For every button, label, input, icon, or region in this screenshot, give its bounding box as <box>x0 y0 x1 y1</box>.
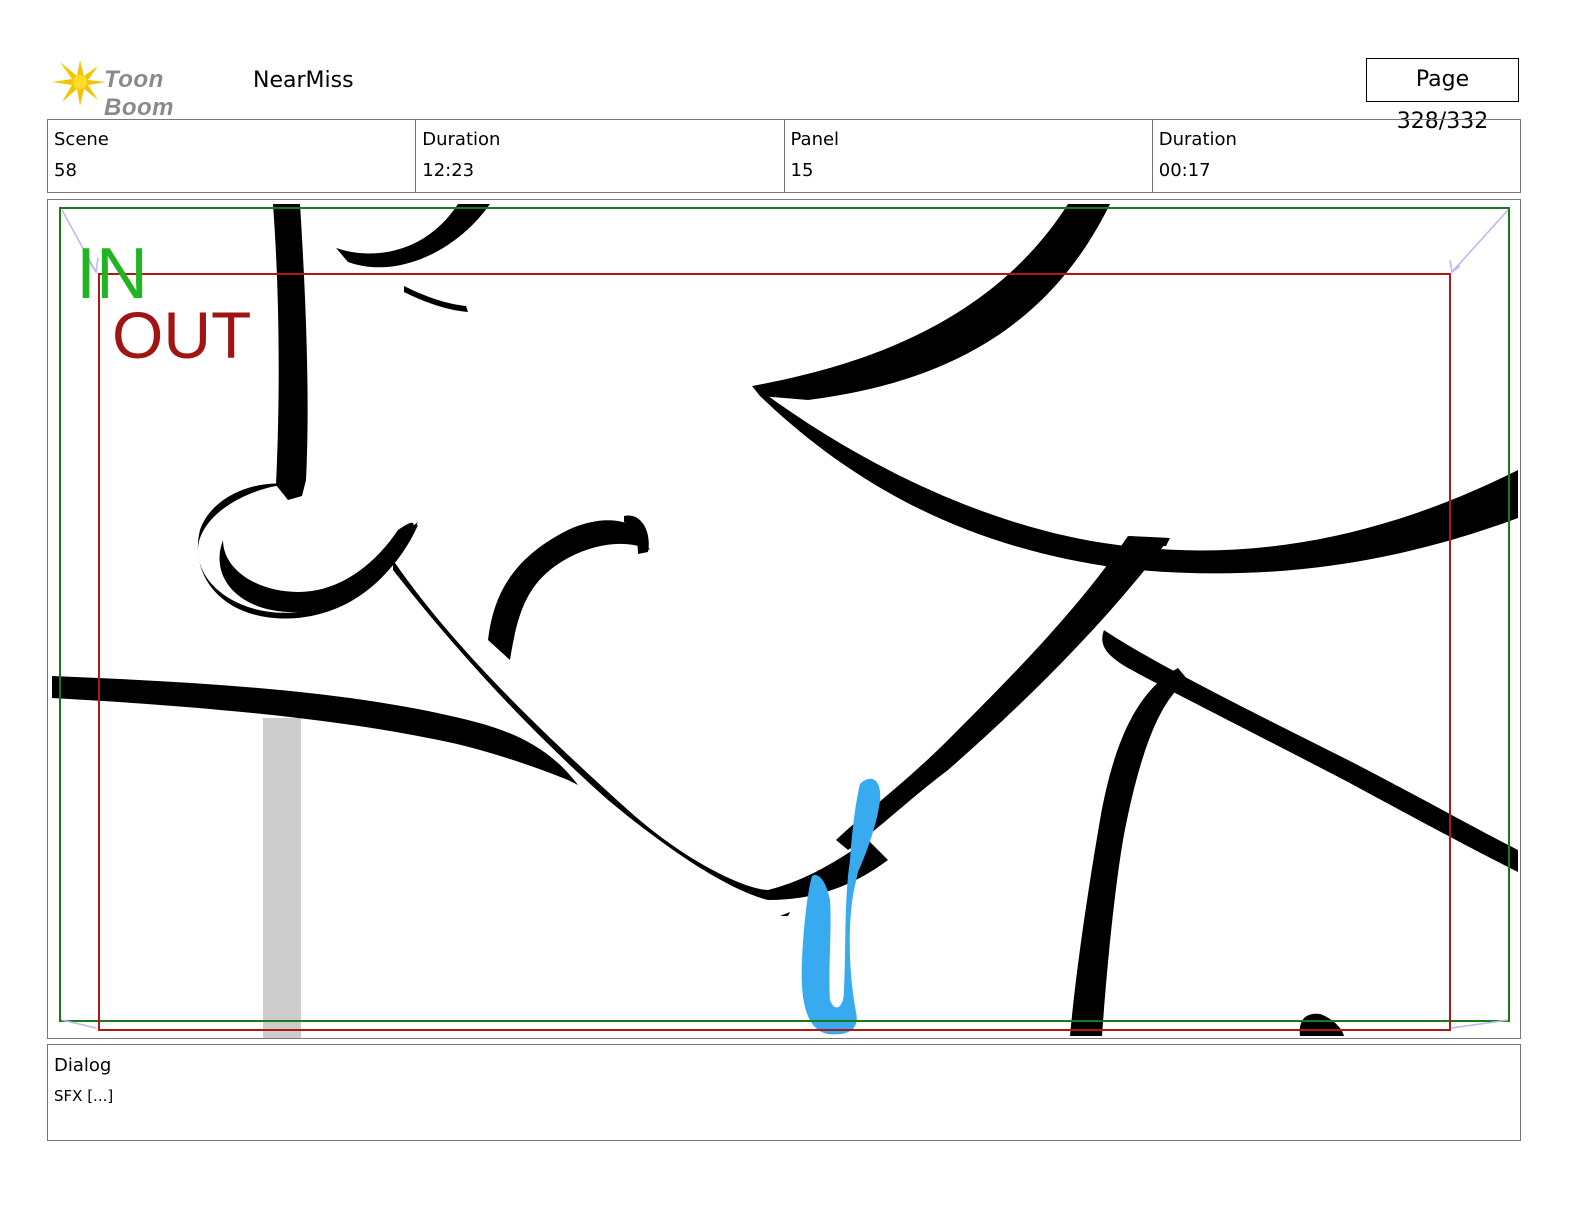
page-indicator: Page 328/332 <box>1366 58 1519 134</box>
panel-duration-label: Duration <box>1158 129 1237 150</box>
starburst-icon <box>52 60 106 106</box>
panel-label: Panel <box>790 129 840 150</box>
dialog-text: SFX [...] <box>54 1087 114 1105</box>
panel-drawing: IN OUT <box>52 204 1518 1038</box>
logo-text: Toon Boom <box>104 66 174 121</box>
blue-drip <box>801 778 881 1035</box>
dialog-label: Dialog <box>54 1055 112 1076</box>
panel-duration-cell: Duration 00:17 <box>1153 120 1520 192</box>
storyboard-panel: IN OUT <box>47 199 1521 1039</box>
panel-value: 15 <box>790 160 814 181</box>
scene-info-table: Scene 58 Duration 12:23 Panel 15 Duratio… <box>47 119 1521 193</box>
panel-cell: Panel 15 <box>785 120 1153 192</box>
dialog-box: Dialog SFX [...] <box>47 1044 1521 1141</box>
scene-duration-label: Duration <box>422 129 501 150</box>
scene-duration-cell: Duration 12:23 <box>416 120 785 192</box>
project-name: NearMiss <box>253 68 354 93</box>
out-label: OUT <box>112 298 251 372</box>
scene-value: 58 <box>54 160 77 181</box>
panel-duration-value: 00:17 <box>1158 160 1211 181</box>
scene-cell: Scene 58 <box>48 120 417 192</box>
toon-boom-logo: Toon Boom <box>50 52 240 121</box>
gray-bar <box>263 718 301 1038</box>
scene-duration-value: 12:23 <box>422 160 475 181</box>
scene-label: Scene <box>54 129 109 150</box>
